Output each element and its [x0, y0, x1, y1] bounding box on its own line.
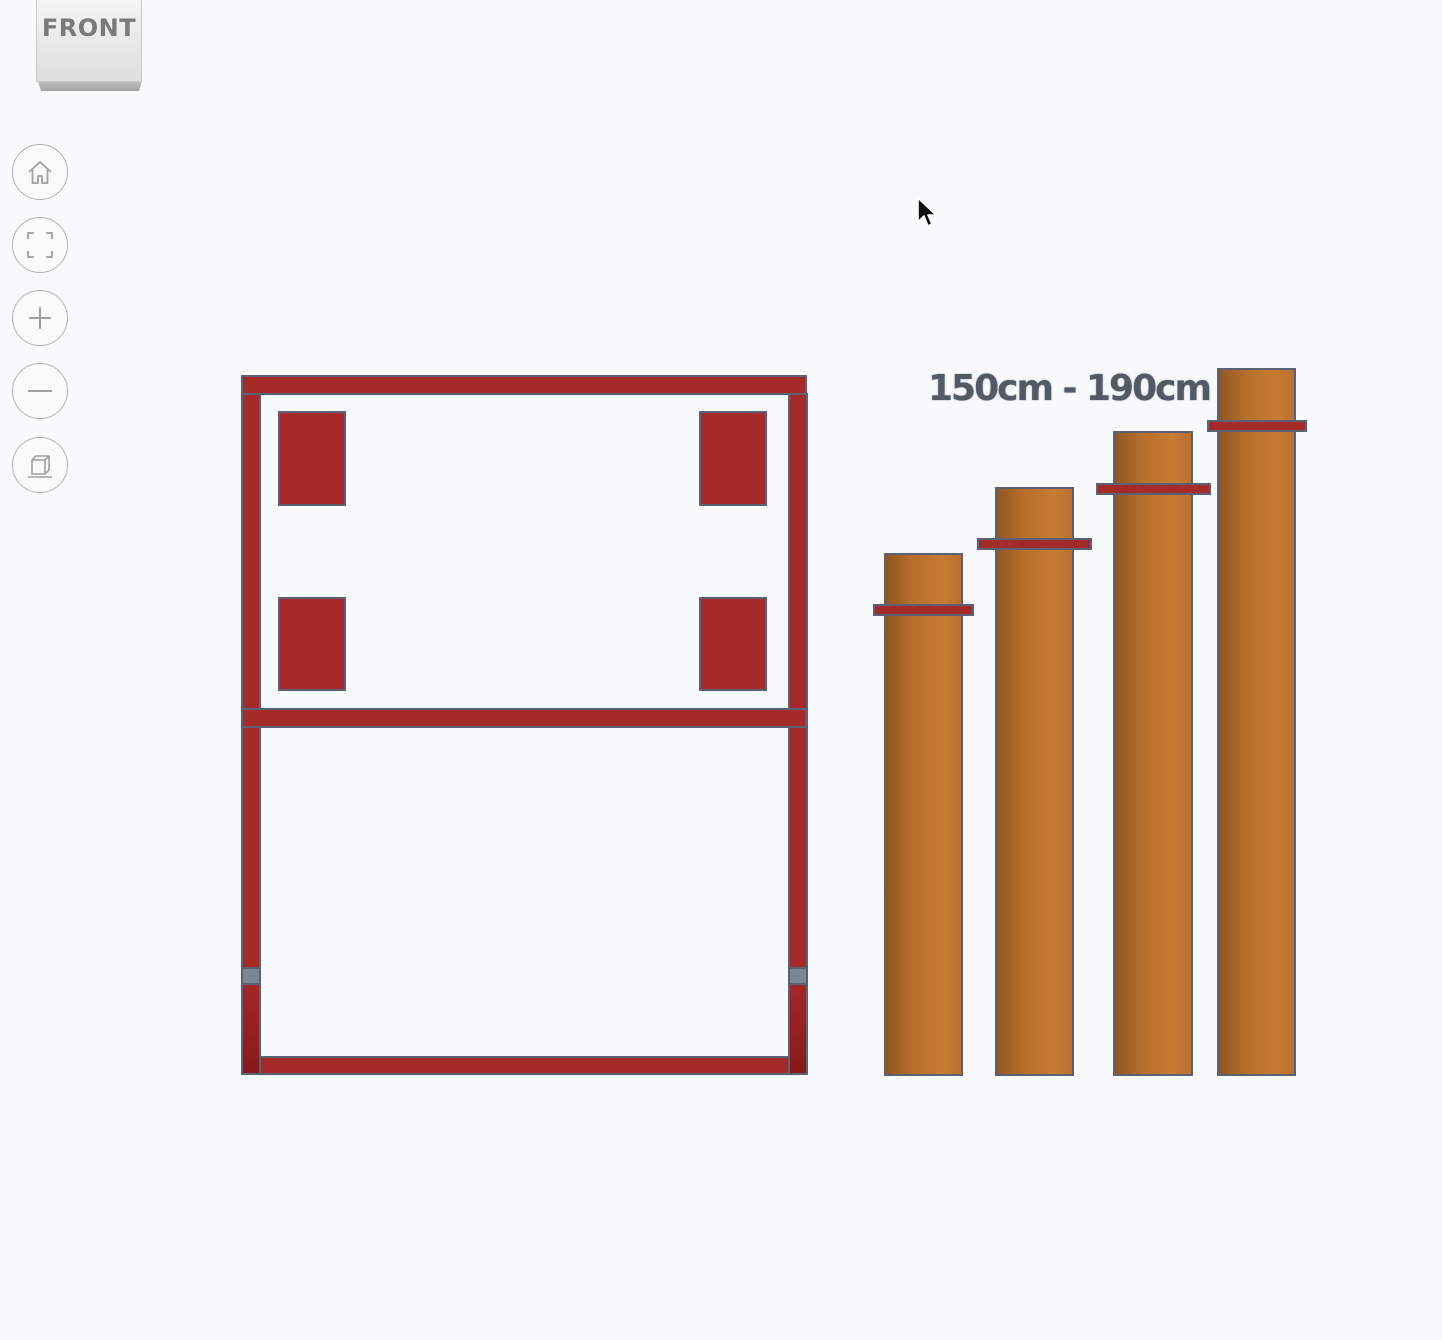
post-2[interactable] — [995, 487, 1074, 1076]
frame-left-upright[interactable] — [241, 393, 261, 977]
post-4-collar[interactable] — [1207, 420, 1307, 432]
post-3-collar[interactable] — [1096, 483, 1211, 495]
mount-block-top-left[interactable] — [278, 411, 346, 506]
height-posts[interactable] — [873, 368, 1307, 1076]
post-2-collar[interactable] — [977, 538, 1092, 550]
frame-middle-bar[interactable] — [241, 708, 807, 728]
workplane-canvas[interactable]: FRONT 150cm - 190cm — [0, 0, 1442, 1340]
frame-bottom-bar[interactable] — [256, 1056, 793, 1075]
frame-right-upright[interactable] — [788, 393, 808, 977]
post-3[interactable] — [1113, 431, 1193, 1076]
mount-block-bottom-left[interactable] — [278, 597, 346, 691]
scene-view — [241, 368, 1307, 1076]
post-1[interactable] — [884, 553, 963, 1076]
right-leg-joint[interactable] — [788, 967, 808, 985]
frame-top-bar[interactable] — [241, 375, 807, 395]
frame-right-leg[interactable] — [788, 983, 808, 1075]
post-1-collar[interactable] — [873, 604, 974, 616]
rack-frame[interactable] — [241, 375, 808, 1075]
post-4[interactable] — [1217, 368, 1296, 1076]
height-range-label[interactable]: 150cm - 190cm — [928, 368, 1212, 414]
left-leg-joint[interactable] — [241, 967, 261, 985]
mount-block-bottom-right[interactable] — [699, 597, 767, 691]
mount-block-top-right[interactable] — [699, 411, 767, 506]
frame-left-leg[interactable] — [241, 983, 261, 1075]
